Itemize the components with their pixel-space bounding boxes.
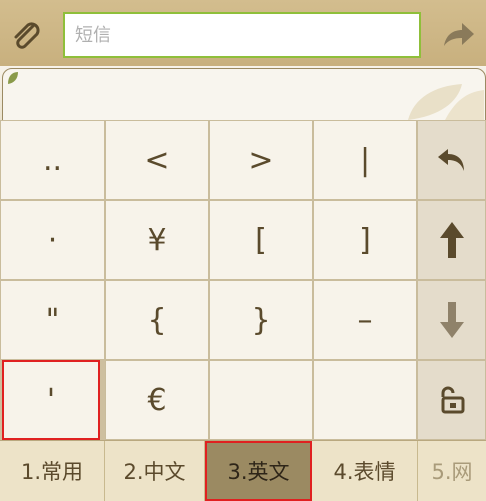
page-up-key[interactable]	[417, 200, 486, 280]
symbol-key[interactable]: ]	[313, 200, 417, 280]
key-label: '	[46, 382, 56, 418]
key-label: ..	[42, 142, 63, 178]
sms-text-input[interactable]	[63, 12, 421, 58]
key-label: –	[357, 302, 373, 338]
symbol-key[interactable]: ..	[0, 120, 105, 200]
symbol-key[interactable]: ¥	[105, 200, 209, 280]
key-label: >	[248, 142, 274, 178]
attachment-paperclip-icon[interactable]	[8, 18, 44, 54]
symbol-key[interactable]: <	[105, 120, 209, 200]
symbol-key[interactable]: [	[209, 200, 313, 280]
tab-label: 5.网	[431, 460, 473, 484]
tab-label: 2.中文	[123, 460, 186, 484]
send-arrow-icon[interactable]	[440, 20, 476, 50]
key-label: ]	[359, 222, 371, 258]
key-label: }	[251, 302, 271, 338]
symbol-key[interactable]: "	[0, 280, 105, 360]
tab-common[interactable]: 1.常用	[0, 441, 105, 501]
tab-label: 1.常用	[20, 460, 84, 484]
arrow-down-icon	[439, 302, 464, 338]
undo-arrow-icon	[437, 149, 464, 171]
key-label: |	[359, 142, 371, 178]
tab-label: 4.表情	[333, 460, 396, 484]
key-label: {	[147, 302, 167, 338]
lock-key[interactable]	[417, 360, 486, 440]
key-label: ·	[47, 222, 58, 258]
arrow-up-icon	[439, 222, 464, 258]
symbol-key-empty[interactable]	[313, 360, 417, 440]
symbol-keyboard: .. < > | · ¥ [ ] " { } – ' €	[0, 120, 486, 440]
key-label: <	[144, 142, 170, 178]
message-toolbar	[0, 0, 486, 67]
tab-web[interactable]: 5.网	[418, 441, 486, 501]
back-key[interactable]	[417, 120, 486, 200]
tab-english[interactable]: 3.英文	[205, 441, 312, 501]
key-label: ¥	[147, 222, 167, 258]
candidate-strip	[0, 66, 486, 120]
key-label: [	[255, 222, 267, 258]
symbol-key[interactable]: >	[209, 120, 313, 200]
key-label: "	[45, 302, 60, 338]
symbol-key[interactable]: |	[313, 120, 417, 200]
symbol-key-empty[interactable]	[209, 360, 313, 440]
symbol-key[interactable]: €	[105, 360, 209, 440]
leaf-decoration-icon	[408, 84, 484, 120]
key-label: €	[147, 382, 167, 418]
tab-label: 3.英文	[227, 460, 290, 484]
tab-emoticons[interactable]: 4.表情	[312, 441, 418, 501]
symbol-key-selected[interactable]: '	[2, 360, 100, 440]
symbol-key[interactable]: ·	[0, 200, 105, 280]
leaf-decoration-icon	[8, 72, 18, 84]
page-down-key[interactable]	[417, 280, 486, 360]
symbol-key[interactable]: }	[209, 280, 313, 360]
tab-chinese[interactable]: 2.中文	[105, 441, 205, 501]
symbol-key[interactable]: –	[313, 280, 417, 360]
keyboard-category-tabs: 1.常用 2.中文 3.英文 4.表情 5.网	[0, 440, 486, 501]
unlock-icon	[441, 386, 464, 414]
symbol-key[interactable]: {	[105, 280, 209, 360]
